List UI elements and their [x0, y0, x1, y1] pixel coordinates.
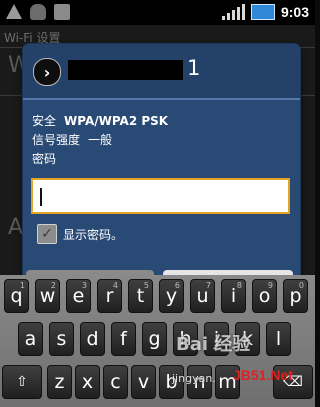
key-f[interactable]: f [111, 322, 136, 356]
battery-icon [250, 4, 275, 20]
security-label: 安全 [32, 114, 57, 128]
status-bar: 9:03 [0, 0, 315, 25]
key-o[interactable]: o9 [252, 279, 277, 313]
key-label: a [24, 328, 37, 350]
password-label: 密码 [32, 152, 57, 166]
key-a[interactable]: a [18, 322, 43, 356]
status-icons-left [6, 4, 70, 20]
key-label: g [148, 328, 161, 350]
signal-value: 一般 [88, 133, 113, 147]
key-q[interactable]: q1 [4, 279, 29, 313]
warning-icon [6, 4, 22, 20]
key-l[interactable]: l [266, 322, 291, 356]
android-debug-icon [30, 4, 46, 20]
security-value: WPA/WPA2 PSK [64, 114, 169, 128]
key-y[interactable]: y6 [159, 279, 184, 313]
signal-label: 信号强度 [32, 133, 81, 147]
signal-icon [221, 4, 245, 20]
key-label: x [81, 371, 94, 393]
key-i[interactable]: i8 [221, 279, 246, 313]
key-hint: 9 [267, 281, 273, 290]
key-hint: 0 [298, 281, 304, 290]
soft-keyboard: q1w2e3r4t5y6u7i8o9p0 asdfghjkl ⇧ z x c v b n m ⌫ [0, 275, 315, 407]
key-w[interactable]: w2 [35, 279, 60, 313]
security-row: 安全 WPA/WPA2 PSK [32, 112, 168, 131]
key-p[interactable]: p0 [283, 279, 308, 313]
signal-row: 信号强度 一般 [32, 131, 168, 150]
key-shift[interactable]: ⇧ [2, 365, 42, 399]
key-label: l [275, 328, 282, 350]
status-icons-right: 9:03 [221, 4, 309, 20]
dialog-header: › 1 [23, 44, 300, 100]
key-x[interactable]: x [75, 365, 100, 399]
key-s[interactable]: s [49, 322, 74, 356]
key-label: f [120, 328, 127, 350]
key-g[interactable]: g [142, 322, 167, 356]
key-hint: 2 [50, 281, 56, 290]
key-label: z [54, 371, 65, 393]
key-hint: 1 [19, 281, 25, 290]
key-hint: 3 [81, 281, 87, 290]
status-clock: 9:03 [280, 4, 309, 20]
key-label: d [86, 328, 99, 350]
key-hint: 5 [143, 281, 149, 290]
ssid-suffix: 1 [187, 56, 201, 80]
key-label: i [230, 285, 237, 307]
password-input[interactable] [31, 178, 290, 214]
key-label: c [110, 371, 121, 393]
wifi-connect-dialog: › 1 安全WPA/WPA2 PSK 信号强度一般 密码 ✓ 显示密码。 连接 … [23, 44, 300, 294]
watermark-url: jingyan. [172, 372, 216, 385]
key-label: v [137, 371, 150, 393]
key-d[interactable]: d [80, 322, 105, 356]
dialog-body: 安全 WPA/WPA2 PSK 信号强度 一般 密码 [32, 112, 168, 169]
show-password-checkbox[interactable]: ✓ [37, 224, 57, 244]
chevron-right-icon: › [33, 58, 61, 86]
key-t[interactable]: t5 [128, 279, 153, 313]
key-u[interactable]: u7 [190, 279, 215, 313]
sim-icon [54, 4, 70, 20]
key-hint: 7 [205, 281, 211, 290]
key-z[interactable]: z [47, 365, 72, 399]
key-label: s [56, 328, 67, 350]
key-r[interactable]: r4 [97, 279, 122, 313]
background-item-letter: A [8, 215, 24, 240]
key-c[interactable]: c [103, 365, 128, 399]
key-hint: 8 [236, 281, 242, 290]
watermark-brand: JB51.Net [233, 367, 293, 383]
ssid-redaction [68, 60, 183, 80]
key-hint: 4 [112, 281, 118, 290]
key-hint: 6 [174, 281, 180, 290]
text-caret [40, 188, 42, 206]
show-password-label: 显示密码。 [63, 227, 124, 242]
watermark-baidu: Bai 经验 [176, 334, 251, 355]
show-password-row[interactable]: ✓ 显示密码。 [37, 224, 123, 244]
key-v[interactable]: v [131, 365, 156, 399]
key-e[interactable]: e3 [66, 279, 91, 313]
key-label: ⇧ [16, 374, 28, 390]
